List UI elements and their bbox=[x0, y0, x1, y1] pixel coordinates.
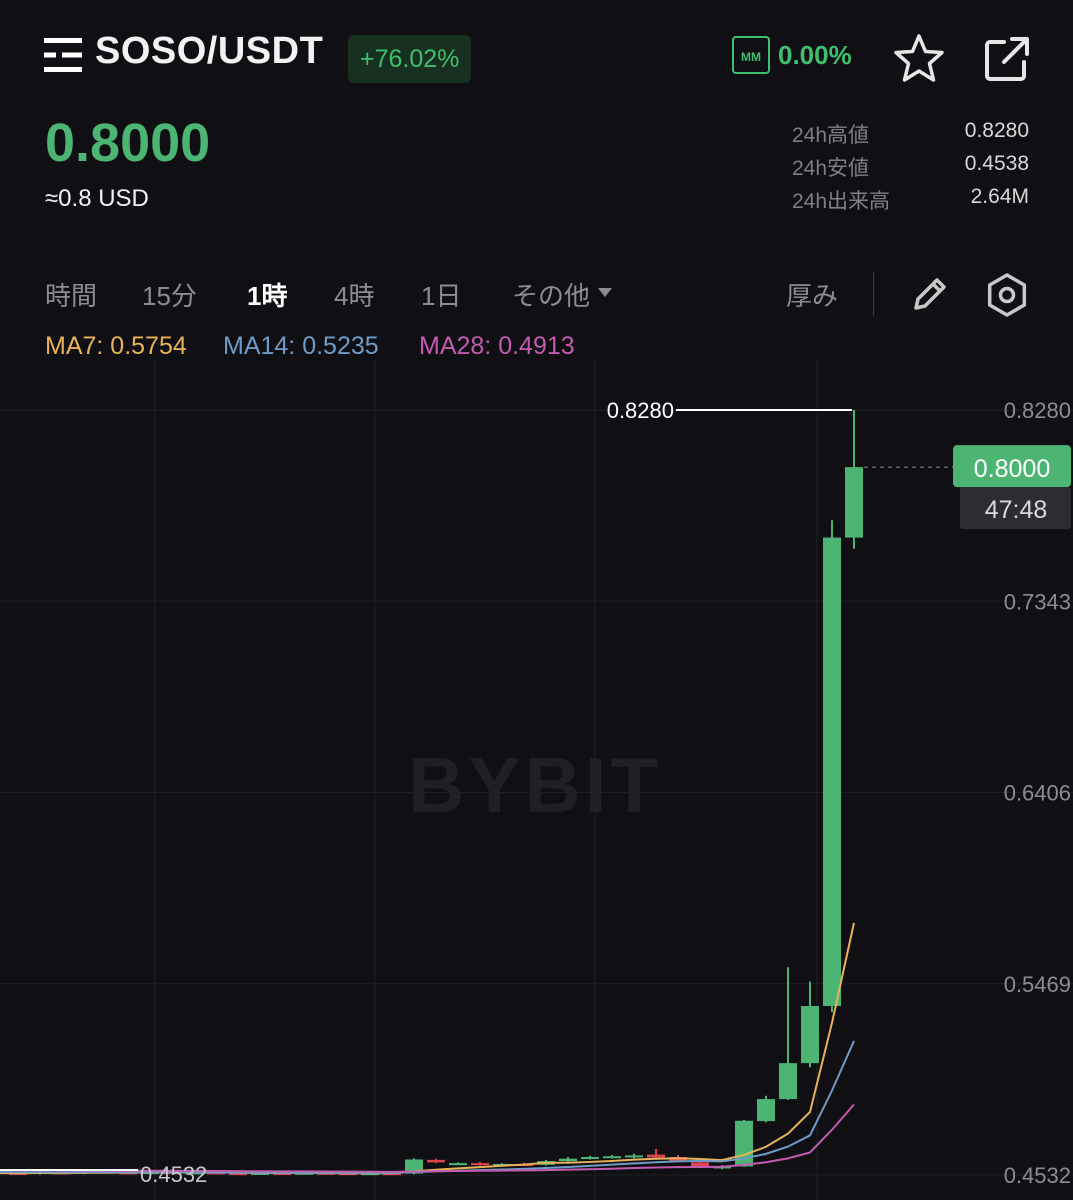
stat-label-high: 24h高値 bbox=[792, 124, 870, 147]
candle-body bbox=[823, 537, 841, 1006]
chevron-down-icon bbox=[598, 288, 612, 297]
star-icon[interactable] bbox=[893, 33, 945, 85]
tab-15m[interactable]: 15分 bbox=[142, 276, 197, 313]
tab-more[interactable]: その他 bbox=[512, 276, 590, 313]
candle-body bbox=[471, 1163, 489, 1166]
low-marker-label: 0.4532 bbox=[140, 1162, 207, 1187]
mm-icon[interactable]: MM bbox=[732, 36, 770, 74]
share-icon[interactable] bbox=[982, 34, 1032, 84]
candle-body bbox=[779, 1063, 797, 1100]
high-marker-label: 0.8280 bbox=[607, 398, 674, 423]
current-price-value: 0.8000 bbox=[974, 455, 1050, 483]
tab-1h[interactable]: 1時 bbox=[247, 276, 287, 313]
countdown-value: 47:48 bbox=[985, 496, 1048, 524]
pair-title[interactable]: SOSO/USDT bbox=[95, 30, 323, 73]
ma14-legend: MA14: 0.5235 bbox=[223, 332, 379, 360]
y-tick-label: 0.7343 bbox=[1004, 589, 1071, 614]
candle-body bbox=[757, 1099, 775, 1122]
usd-equivalent: ≈0.8 USD bbox=[45, 185, 149, 212]
y-tick-label: 0.6406 bbox=[1004, 781, 1071, 806]
ma28-legend: MA28: 0.4913 bbox=[419, 332, 575, 360]
last-price: 0.8000 bbox=[45, 113, 211, 173]
candle-body bbox=[801, 1005, 819, 1064]
ma7-legend: MA7: 0.5754 bbox=[45, 332, 187, 360]
change-badge: +76.02% bbox=[348, 35, 472, 83]
depth-button[interactable]: 厚み bbox=[786, 276, 838, 313]
y-tick-label: 0.4532 bbox=[1004, 1163, 1071, 1188]
candle-body bbox=[559, 1158, 577, 1162]
y-tick-label: 0.5469 bbox=[1004, 972, 1071, 997]
candle-body bbox=[647, 1154, 665, 1158]
stat-value-high: 0.8280 bbox=[964, 119, 1029, 142]
stat-value-volume: 2.64M bbox=[970, 185, 1029, 208]
time-label: 時間 bbox=[45, 281, 98, 311]
candle-body bbox=[625, 1155, 643, 1158]
stat-value-low: 0.4538 bbox=[964, 152, 1029, 175]
toolbar-divider bbox=[873, 272, 874, 316]
tab-1d[interactable]: 1日 bbox=[421, 276, 461, 313]
stat-label-low: 24h安値 bbox=[792, 157, 870, 180]
candle-body bbox=[603, 1156, 621, 1159]
menu-icon[interactable] bbox=[44, 38, 82, 72]
watermark-logo: BYBIT bbox=[408, 741, 662, 829]
pencil-icon[interactable] bbox=[908, 272, 952, 316]
price-chart[interactable]: 0.8280 0.7343 0.6406 0.5469 0.4532 BYBIT 0.828… bbox=[0, 360, 1073, 1200]
tab-4h[interactable]: 4時 bbox=[334, 276, 374, 313]
settings-icon[interactable] bbox=[984, 272, 1030, 318]
candle-body bbox=[581, 1157, 599, 1160]
candle-body bbox=[449, 1163, 467, 1166]
candle-body bbox=[845, 467, 863, 538]
ma-line-14 bbox=[0, 1040, 855, 1175]
ma-line-7 bbox=[0, 922, 855, 1175]
mm-value: 0.00% bbox=[778, 40, 852, 70]
y-tick-label: 0.8280 bbox=[1004, 398, 1071, 423]
candle-body bbox=[427, 1159, 445, 1163]
stat-label-volume: 24h出来高 bbox=[792, 190, 891, 213]
